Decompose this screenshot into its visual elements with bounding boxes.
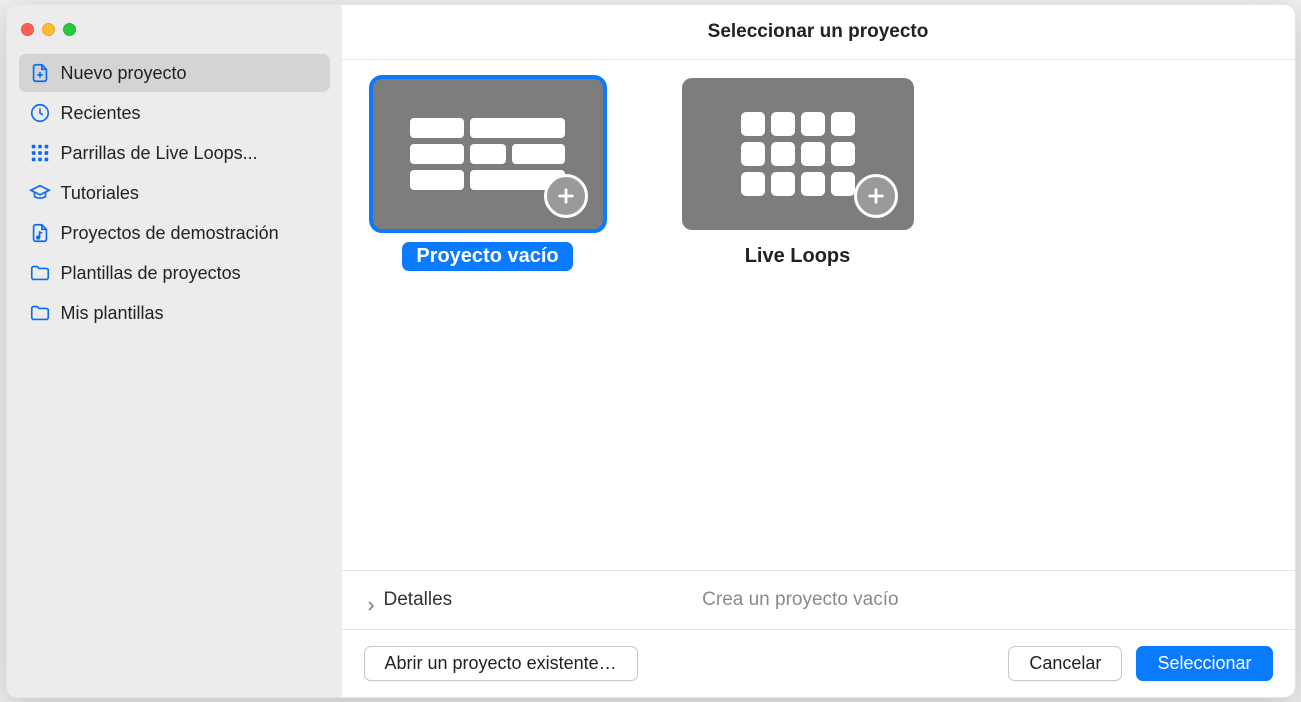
sidebar-item-demo-projects[interactable]: Proyectos de demostración	[19, 214, 330, 252]
template-thumbnail	[372, 78, 604, 230]
sidebar-item-live-loops-grids[interactable]: Parrillas de Live Loops...	[19, 134, 330, 172]
minimize-window-button[interactable]	[42, 23, 55, 36]
template-card-live-loops[interactable]: Live Loops	[682, 78, 914, 271]
cancel-button[interactable]: Cancelar	[1008, 646, 1122, 681]
plus-icon	[854, 174, 898, 218]
sidebar: Nuevo proyecto Recientes	[7, 5, 342, 697]
empty-project-icon	[410, 118, 565, 190]
details-toggle[interactable]: Detalles	[366, 589, 453, 611]
main-panel: Seleccionar un proyecto Proyecto vacío	[342, 5, 1295, 697]
sidebar-item-label: Recientes	[61, 103, 141, 124]
folder-icon	[29, 302, 51, 324]
sidebar-item-label: Mis plantillas	[61, 303, 164, 324]
document-new-icon	[29, 62, 51, 84]
sidebar-item-new-project[interactable]: Nuevo proyecto	[19, 54, 330, 92]
details-description: Crea un proyecto vacío	[702, 589, 898, 611]
template-thumbnail	[682, 78, 914, 230]
window-controls	[7, 13, 342, 54]
live-loops-icon	[741, 112, 855, 196]
open-existing-button[interactable]: Abrir un proyecto existente…	[364, 646, 638, 681]
sidebar-item-label: Proyectos de demostración	[61, 223, 279, 244]
grid-icon	[29, 142, 51, 164]
template-card-empty-project[interactable]: Proyecto vacío	[372, 78, 604, 271]
plus-icon	[544, 174, 588, 218]
sidebar-item-label: Nuevo proyecto	[61, 63, 187, 84]
sidebar-item-recents[interactable]: Recientes	[19, 94, 330, 132]
document-music-icon	[29, 222, 51, 244]
sidebar-item-label: Tutoriales	[61, 183, 139, 204]
footer: Abrir un proyecto existente… Cancelar Se…	[342, 629, 1295, 697]
page-title-text: Seleccionar un proyecto	[708, 21, 929, 43]
template-label: Live Loops	[731, 242, 865, 271]
details-bar: Detalles Crea un proyecto vacío	[342, 570, 1295, 629]
sidebar-item-label: Parrillas de Live Loops...	[61, 143, 258, 164]
template-grid: Proyecto vacío Live Loops	[342, 60, 1295, 570]
template-label: Proyecto vacío	[402, 242, 572, 271]
sidebar-item-label: Plantillas de proyectos	[61, 263, 241, 284]
clock-icon	[29, 102, 51, 124]
close-window-button[interactable]	[21, 23, 34, 36]
graduation-cap-icon	[29, 182, 51, 204]
page-title: Seleccionar un proyecto	[342, 5, 1295, 60]
sidebar-item-my-templates[interactable]: Mis plantillas	[19, 294, 330, 332]
chevron-right-icon	[366, 595, 376, 605]
select-button[interactable]: Seleccionar	[1136, 646, 1272, 681]
project-chooser-window: Nuevo proyecto Recientes	[6, 4, 1296, 698]
sidebar-item-project-templates[interactable]: Plantillas de proyectos	[19, 254, 330, 292]
sidebar-list: Nuevo proyecto Recientes	[7, 54, 342, 332]
sidebar-item-tutorials[interactable]: Tutoriales	[19, 174, 330, 212]
maximize-window-button[interactable]	[63, 23, 76, 36]
details-toggle-label: Detalles	[384, 589, 453, 611]
folder-icon	[29, 262, 51, 284]
